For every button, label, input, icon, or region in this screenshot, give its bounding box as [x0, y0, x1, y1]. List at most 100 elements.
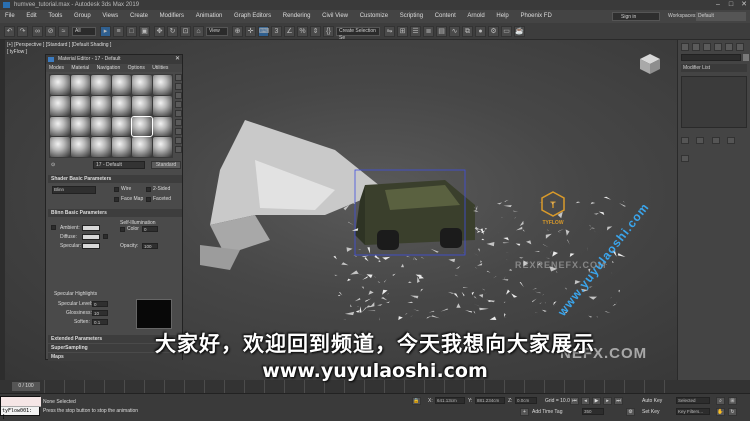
menu-edit[interactable]: Edit — [21, 10, 41, 23]
material-navigator-icon[interactable] — [175, 146, 182, 153]
modify-tab-icon[interactable] — [692, 43, 700, 51]
menu-options[interactable]: Options — [125, 65, 148, 71]
pick-material-icon[interactable]: ⊙ — [51, 162, 55, 168]
zoom-icon[interactable]: ⌕ — [716, 397, 725, 405]
material-editor-titlebar[interactable]: Material Editor - 17 - Default ✕ — [46, 55, 182, 64]
y-coord-field[interactable]: 881.234cm — [475, 397, 505, 404]
current-frame-field[interactable]: 350 — [582, 408, 604, 415]
menu-utilities[interactable]: Utilities — [149, 65, 171, 71]
sample-slot[interactable] — [50, 95, 70, 116]
render-production-icon[interactable]: ☕ — [514, 26, 525, 37]
configure-modifier-sets-icon[interactable] — [681, 155, 689, 162]
minimize-button[interactable]: – — [712, 0, 724, 10]
shader-basic-rollout[interactable]: Shader Basic Parameters — [48, 175, 182, 183]
face-map-checkbox[interactable] — [114, 197, 119, 202]
pivot-center-icon[interactable]: ⊕ — [232, 26, 243, 37]
motion-tab-icon[interactable] — [714, 43, 722, 51]
select-scale-icon[interactable]: ⊡ — [180, 26, 191, 37]
close-button[interactable]: ✕ — [738, 0, 750, 10]
menu-civil-view[interactable]: Civil View — [317, 10, 353, 23]
selection-filter-dropdown[interactable]: All — [72, 27, 96, 36]
backlight-icon[interactable] — [175, 83, 182, 90]
sample-slot[interactable] — [152, 137, 172, 157]
keyboard-shortcut-icon[interactable]: ⌨ — [258, 26, 269, 37]
play-icon[interactable]: ▶ — [592, 397, 601, 405]
material-editor-icon[interactable]: ● — [475, 26, 486, 37]
undo-icon[interactable]: ↶ — [4, 26, 15, 37]
menu-arnold[interactable]: Arnold — [462, 10, 489, 23]
sample-slot[interactable] — [91, 137, 111, 157]
add-time-tag-label[interactable]: Add Time Tag — [532, 409, 562, 415]
previous-frame-icon[interactable]: ◂ — [581, 397, 590, 405]
pin-stack-icon[interactable] — [681, 137, 689, 144]
workspace-dropdown[interactable]: Default — [696, 12, 746, 21]
close-icon[interactable]: ✕ — [175, 55, 180, 64]
link-icon[interactable]: ∞ — [32, 26, 43, 37]
opacity-field[interactable]: 100 — [142, 243, 158, 249]
select-by-material-icon[interactable] — [175, 137, 182, 144]
orbit-icon[interactable]: ↻ — [728, 408, 737, 416]
sample-slot[interactable] — [111, 95, 131, 116]
sample-slot[interactable] — [91, 116, 111, 137]
menu-file[interactable]: File — [0, 10, 20, 23]
sample-slot[interactable] — [70, 75, 90, 95]
select-by-name-icon[interactable]: ≡ — [113, 26, 124, 37]
time-configuration-icon[interactable]: ⚙ — [626, 408, 635, 416]
menu-material[interactable]: Material — [68, 65, 92, 71]
uv-tiling-icon[interactable] — [175, 101, 182, 108]
menu-tools[interactable]: Tools — [43, 10, 67, 23]
soften-field[interactable]: 0.1 — [92, 319, 108, 325]
select-object-icon[interactable]: ▸ — [100, 26, 111, 37]
render-setup-icon[interactable]: ⚙ — [488, 26, 499, 37]
sample-slot[interactable] — [152, 116, 172, 137]
menu-rendering[interactable]: Rendering — [278, 10, 316, 23]
next-frame-icon[interactable]: ▸ — [603, 397, 612, 405]
key-mode-dropdown[interactable]: Selected — [676, 397, 710, 404]
options-icon[interactable] — [175, 128, 182, 135]
material-editor-window[interactable]: Material Editor - 17 - Default ✕ Modes M… — [45, 54, 183, 361]
time-slider-handle[interactable]: 0 / 100 — [12, 382, 40, 391]
menu-phoenix-fd[interactable]: Phoenix FD — [515, 10, 556, 23]
mirror-icon[interactable]: ⇋ — [384, 26, 395, 37]
sample-type-icon[interactable] — [175, 74, 182, 81]
menu-create[interactable]: Create — [125, 10, 153, 23]
sample-slot[interactable] — [132, 137, 152, 157]
viewcube-icon[interactable] — [638, 52, 662, 76]
remove-modifier-icon[interactable] — [727, 137, 736, 144]
menu-views[interactable]: Views — [97, 10, 123, 23]
wire-checkbox[interactable] — [114, 187, 119, 192]
select-move-icon[interactable]: ✥ — [154, 26, 165, 37]
sample-slot[interactable] — [70, 95, 90, 116]
hierarchy-tab-icon[interactable] — [703, 43, 711, 51]
menu-help[interactable]: Help — [491, 10, 513, 23]
modifier-stack[interactable] — [681, 76, 747, 128]
lock-selection-icon[interactable]: 🔒 — [412, 397, 421, 405]
add-time-tag-icon[interactable]: + — [520, 408, 529, 416]
sample-slot[interactable] — [50, 137, 70, 157]
show-end-result-icon[interactable] — [696, 137, 705, 144]
sample-slot[interactable] — [152, 75, 172, 95]
object-color-swatch[interactable] — [743, 54, 749, 61]
diffuse-map-button[interactable] — [103, 234, 108, 239]
ambient-color-swatch[interactable] — [82, 225, 100, 231]
sample-slot[interactable] — [152, 95, 172, 116]
glossiness-field[interactable]: 10 — [92, 310, 108, 316]
display-tab-icon[interactable] — [725, 43, 733, 51]
toggle-layer-explorer-icon[interactable]: ≣ — [423, 26, 434, 37]
key-filters-button[interactable]: Key Filters... — [676, 408, 710, 415]
go-to-end-icon[interactable]: ⏭ — [614, 397, 623, 405]
named-selection-dropdown[interactable]: Create Selection Se — [336, 27, 380, 41]
menu-navigation[interactable]: Navigation — [94, 65, 124, 71]
menu-animation[interactable]: Animation — [191, 10, 228, 23]
select-manipulate-icon[interactable]: ✛ — [245, 26, 256, 37]
unlink-icon[interactable]: ⊘ — [45, 26, 56, 37]
self-illum-color-checkbox[interactable] — [120, 227, 125, 232]
rendered-frame-icon[interactable]: ▭ — [501, 26, 512, 37]
sample-slot[interactable] — [111, 137, 131, 157]
zoom-all-icon[interactable]: ⊞ — [728, 397, 737, 405]
diffuse-color-swatch[interactable] — [82, 234, 100, 240]
sample-slot-selected[interactable] — [131, 115, 153, 138]
material-type-button[interactable]: Standard — [151, 161, 181, 169]
menu-modes[interactable]: Modes — [46, 65, 67, 71]
schematic-view-icon[interactable]: ⧉ — [462, 26, 473, 37]
